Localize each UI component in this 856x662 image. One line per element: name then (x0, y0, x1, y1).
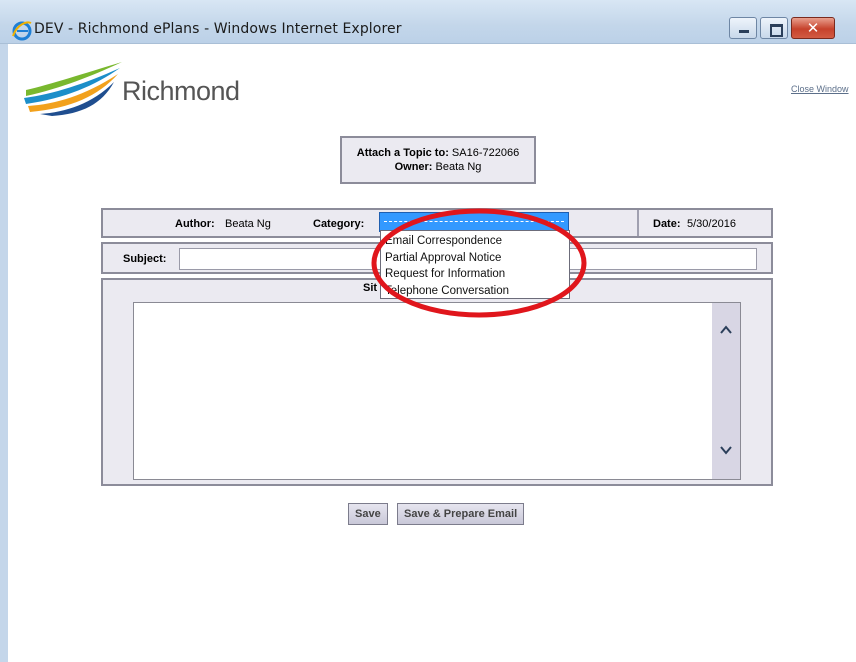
category-option[interactable]: Partial Approval Notice (381, 250, 569, 267)
date-value: 5/30/2016 (687, 218, 736, 230)
message-body-panel: Sit (101, 278, 773, 486)
richmond-logo (24, 62, 122, 116)
topic-line: Attach a Topic to: SA16-722066 (342, 146, 534, 160)
chevron-down-icon[interactable] (719, 443, 733, 457)
logo-wordmark: Richmond (122, 76, 240, 106)
author-value: Beata Ng (225, 218, 271, 230)
subject-label: Subject: (123, 253, 167, 265)
save-button[interactable]: Save (348, 503, 388, 525)
owner-label: Owner: (394, 161, 433, 173)
save-prepare-email-button[interactable]: Save & Prepare Email (397, 503, 525, 525)
window-left-frame (0, 44, 8, 662)
site-label: Sit (363, 282, 378, 294)
window-title: DEV - Richmond ePlans - Windows Internet… (34, 21, 402, 37)
maximize-button[interactable] (760, 17, 788, 39)
attach-value: SA16-722066 (451, 147, 520, 159)
close-window-link[interactable]: Close Window (791, 84, 849, 94)
category-option[interactable]: Request for Information (381, 266, 569, 283)
category-dropdown-list[interactable]: Email Correspondence Partial Approval No… (380, 230, 570, 299)
owner-value: Beata Ng (435, 161, 482, 173)
chevron-up-icon[interactable] (719, 323, 733, 337)
category-option[interactable]: Telephone Conversation (381, 283, 569, 300)
date-label: Date: (653, 218, 681, 230)
internet-explorer-icon (12, 21, 32, 41)
category-select[interactable] (379, 212, 569, 232)
row-divider (637, 210, 639, 236)
close-button[interactable]: ✕ (791, 17, 835, 39)
topic-header: Attach a Topic to: SA16-722066 Owner: Be… (340, 136, 536, 184)
author-label: Author: (175, 218, 215, 230)
close-icon: ✕ (806, 19, 820, 37)
attach-label: Attach a Topic to: (356, 147, 449, 159)
category-label: Category: (313, 218, 365, 230)
minimize-button[interactable] (729, 17, 757, 39)
category-selected-value (384, 221, 564, 222)
window-titlebar: DEV - Richmond ePlans - Windows Internet… (0, 0, 856, 44)
textarea-scrollbar[interactable] (712, 303, 740, 479)
category-option[interactable]: Email Correspondence (381, 233, 569, 250)
owner-line: Owner: Beata Ng (342, 160, 534, 174)
message-textarea[interactable] (133, 302, 741, 480)
